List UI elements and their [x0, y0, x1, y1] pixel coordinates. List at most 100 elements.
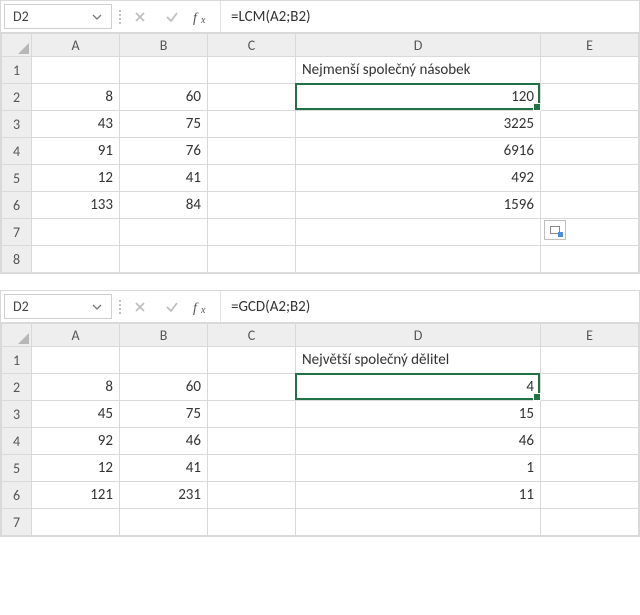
worksheet-grid[interactable]: ABCDE1Nejmenší společný násobek286012034… [1, 33, 639, 273]
column-header[interactable]: D [296, 34, 541, 57]
cell[interactable] [208, 165, 296, 192]
cell[interactable] [208, 347, 296, 374]
cell[interactable] [541, 84, 639, 111]
cell[interactable] [208, 509, 296, 536]
insert-function-button[interactable]: fx [188, 291, 220, 322]
select-all-corner[interactable] [2, 34, 32, 57]
cancel-formula-button[interactable] [124, 1, 156, 32]
worksheet-grid[interactable]: ABCDE1Největší společný dělitel286043457… [1, 323, 639, 536]
cell[interactable]: 46 [296, 428, 541, 455]
cell[interactable] [296, 509, 541, 536]
cell[interactable]: 133 [32, 192, 120, 219]
row-header[interactable]: 7 [2, 509, 32, 536]
cell[interactable] [208, 192, 296, 219]
row-header[interactable]: 8 [2, 246, 32, 273]
name-box[interactable]: D2 [4, 4, 112, 29]
cell[interactable]: 75 [120, 111, 208, 138]
cell[interactable] [208, 246, 296, 273]
cell[interactable]: 8 [32, 374, 120, 401]
column-header[interactable]: E [541, 34, 639, 57]
cell[interactable] [541, 57, 639, 84]
cell[interactable] [32, 219, 120, 246]
cell[interactable] [208, 84, 296, 111]
cell[interactable]: 12 [32, 165, 120, 192]
column-header[interactable]: D [296, 324, 541, 347]
cell[interactable]: 46 [120, 428, 208, 455]
chevron-down-icon[interactable] [89, 12, 105, 22]
cell[interactable] [296, 246, 541, 273]
cell[interactable]: 231 [120, 482, 208, 509]
cell[interactable] [208, 111, 296, 138]
cell[interactable] [541, 509, 639, 536]
cell[interactable]: 60 [120, 374, 208, 401]
column-header[interactable]: B [120, 34, 208, 57]
cell[interactable] [208, 374, 296, 401]
cell[interactable] [32, 57, 120, 84]
cell[interactable]: 8 [32, 84, 120, 111]
cell[interactable]: 6916 [296, 138, 541, 165]
cell[interactable] [208, 455, 296, 482]
row-header[interactable]: 4 [2, 428, 32, 455]
column-header[interactable]: E [541, 324, 639, 347]
cell[interactable] [541, 428, 639, 455]
chevron-down-icon[interactable] [89, 302, 105, 312]
row-header[interactable]: 2 [2, 84, 32, 111]
cell[interactable] [541, 401, 639, 428]
cell[interactable] [541, 482, 639, 509]
cancel-formula-button[interactable] [124, 291, 156, 322]
cell[interactable] [120, 246, 208, 273]
cell[interactable] [120, 509, 208, 536]
formula-input[interactable]: =LCM(A2;B2) [220, 1, 639, 32]
cell[interactable]: 91 [32, 138, 120, 165]
cell[interactable] [208, 138, 296, 165]
cell[interactable]: 121 [32, 482, 120, 509]
column-header[interactable]: C [208, 324, 296, 347]
cell[interactable] [541, 165, 639, 192]
cell[interactable]: 41 [120, 455, 208, 482]
cell[interactable]: 3225 [296, 111, 541, 138]
name-box[interactable]: D2 [4, 294, 112, 319]
cell[interactable] [208, 482, 296, 509]
cell[interactable] [32, 246, 120, 273]
cell[interactable] [541, 374, 639, 401]
cell[interactable]: Největší společný dělitel [296, 347, 541, 374]
column-header[interactable]: B [120, 324, 208, 347]
cell[interactable]: 75 [120, 401, 208, 428]
cell[interactable] [208, 57, 296, 84]
cell[interactable]: 45 [32, 401, 120, 428]
cell[interactable]: 84 [120, 192, 208, 219]
cell[interactable]: 76 [120, 138, 208, 165]
formula-input[interactable]: =GCD(A2;B2) [220, 291, 639, 322]
row-header[interactable]: 5 [2, 455, 32, 482]
row-header[interactable]: 6 [2, 482, 32, 509]
row-header[interactable]: 3 [2, 111, 32, 138]
cell[interactable] [541, 347, 639, 374]
cell[interactable]: 1596 [296, 192, 541, 219]
row-header[interactable]: 2 [2, 374, 32, 401]
cell[interactable] [32, 509, 120, 536]
row-header[interactable]: 6 [2, 192, 32, 219]
cell[interactable]: 60 [120, 84, 208, 111]
cell[interactable] [296, 219, 541, 246]
insert-function-button[interactable]: fx [188, 1, 220, 32]
column-header[interactable]: C [208, 34, 296, 57]
column-header[interactable]: A [32, 34, 120, 57]
column-header[interactable]: A [32, 324, 120, 347]
cell[interactable]: 41 [120, 165, 208, 192]
row-header[interactable]: 3 [2, 401, 32, 428]
cell[interactable] [541, 192, 639, 219]
row-header[interactable]: 4 [2, 138, 32, 165]
enter-formula-button[interactable] [156, 291, 188, 322]
cell[interactable]: 11 [296, 482, 541, 509]
cell[interactable]: Nejmenší společný násobek [296, 57, 541, 84]
cell[interactable] [541, 138, 639, 165]
row-header[interactable]: 1 [2, 57, 32, 84]
enter-formula-button[interactable] [156, 1, 188, 32]
row-header[interactable]: 7 [2, 219, 32, 246]
cell[interactable]: 43 [32, 111, 120, 138]
cell[interactable]: 15 [296, 401, 541, 428]
cell[interactable]: 1 [296, 455, 541, 482]
cell[interactable]: 92 [32, 428, 120, 455]
cell[interactable] [208, 401, 296, 428]
cell[interactable] [208, 428, 296, 455]
